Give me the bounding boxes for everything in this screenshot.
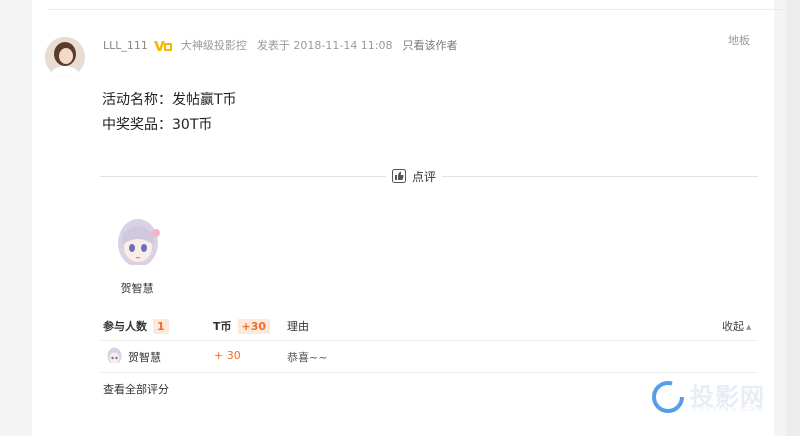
row-rater-name[interactable]: 贺智慧 bbox=[128, 349, 161, 365]
row-score: + 30 bbox=[214, 349, 241, 362]
reason-header: 理由 bbox=[287, 320, 309, 333]
participants-count-badge: 1 bbox=[153, 318, 169, 334]
author-name[interactable]: LLL_111 bbox=[103, 39, 148, 52]
author-avatar[interactable] bbox=[45, 37, 85, 77]
author-info-line: LLL_111 大神级投影控 发表于 2018-11-14 11:08 只看该作… bbox=[103, 37, 458, 53]
currency-label: T币 bbox=[213, 320, 232, 333]
collapse-label: 收起 bbox=[722, 320, 744, 333]
post-line: 中奖奖品：30T币 bbox=[102, 117, 213, 133]
post-line: 活动名称：发帖赢T币 bbox=[102, 92, 237, 108]
post-content: 活动名称：发帖赢T币 中奖奖品：30T币 bbox=[102, 88, 237, 138]
participants-label: 参与人数 bbox=[103, 320, 147, 333]
top-divider bbox=[48, 9, 800, 10]
view-all-ratings-link[interactable]: 查看全部评分 bbox=[103, 381, 169, 397]
rater-avatar[interactable] bbox=[110, 215, 166, 277]
currency-header: T币 +30 bbox=[213, 318, 271, 334]
rate-button-label: 点评 bbox=[412, 169, 437, 184]
participants-header: 参与人数 1 bbox=[103, 318, 169, 334]
only-author-link[interactable]: 只看该作者 bbox=[403, 37, 458, 53]
collapse-toggle[interactable]: 收起 ▲ bbox=[722, 318, 751, 334]
row-reason: 恭喜~~ bbox=[287, 351, 328, 364]
right-scroll-strip bbox=[786, 0, 800, 436]
rate-button[interactable]: 点评 bbox=[386, 165, 443, 187]
table-rule bbox=[100, 340, 758, 341]
watermark-subtext: TOUYING.COM bbox=[692, 405, 765, 413]
post-time: 发表于 2018-11-14 11:08 bbox=[256, 39, 393, 52]
author-title: 大神级投影控 bbox=[180, 39, 247, 52]
vip-level-icon bbox=[153, 39, 173, 52]
rater-name[interactable]: 贺智慧 bbox=[100, 280, 174, 296]
thumbs-up-icon bbox=[392, 169, 406, 183]
table-rule bbox=[100, 372, 758, 373]
caret-up-icon: ▲ bbox=[746, 323, 752, 331]
floor-label[interactable]: 地板 bbox=[728, 32, 750, 48]
row-avatar[interactable] bbox=[106, 347, 123, 367]
currency-total-badge: +30 bbox=[237, 318, 271, 334]
